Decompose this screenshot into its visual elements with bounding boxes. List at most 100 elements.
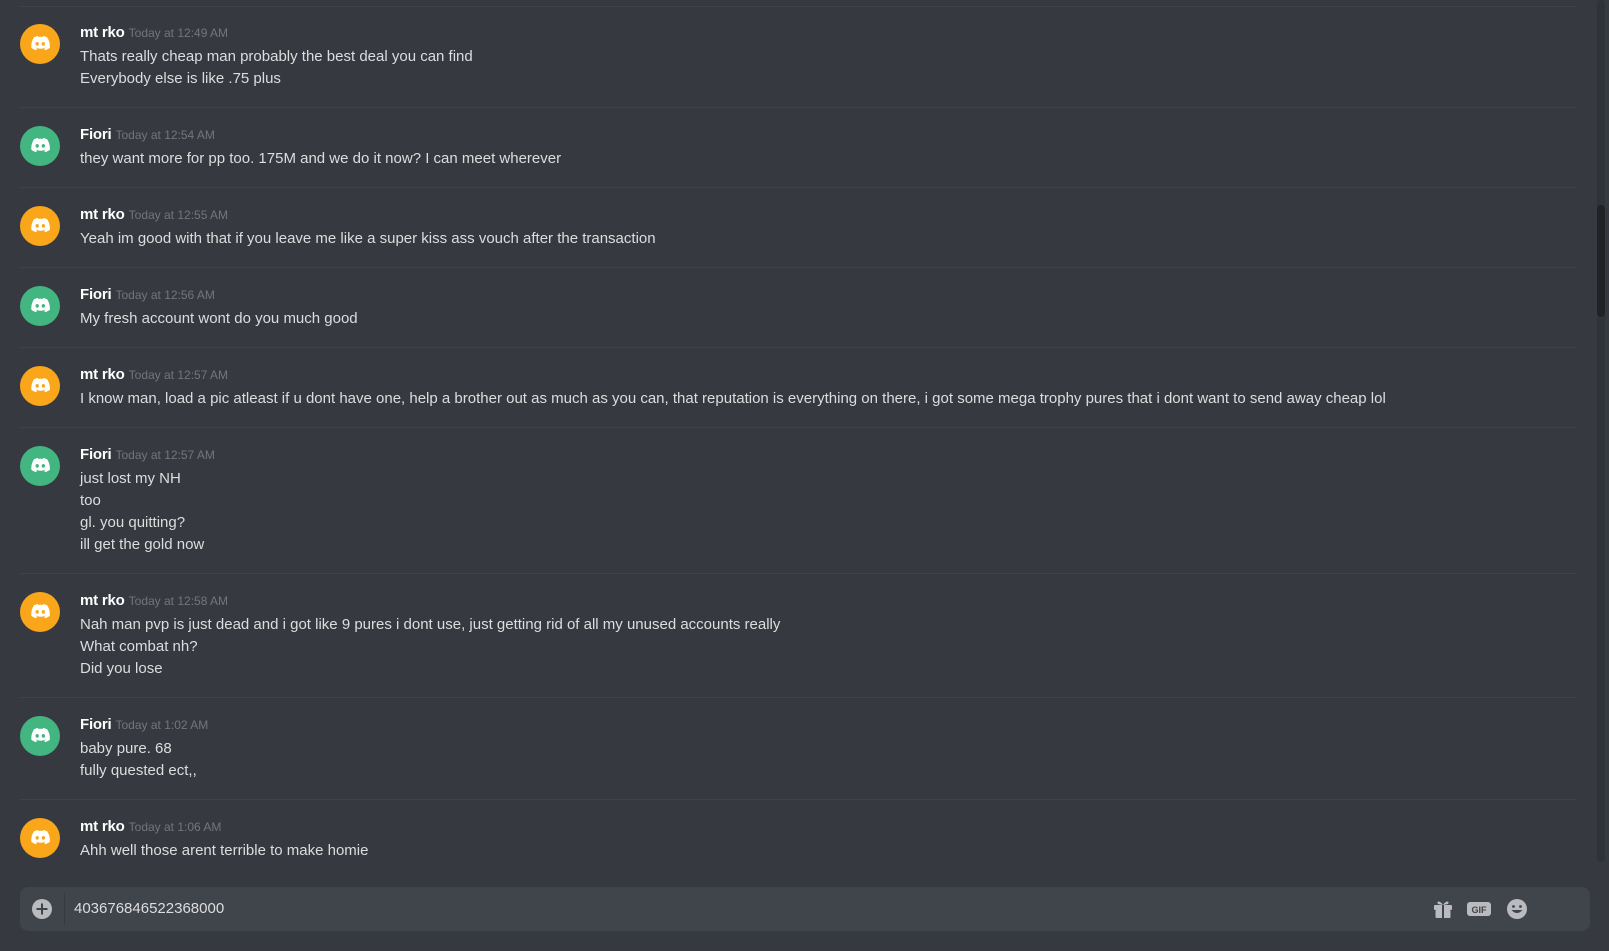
avatar[interactable] [20,366,60,406]
divider [20,267,1576,268]
message-list[interactable]: mt rko Today at 12:49 AM Thats really chea… [0,0,1594,862]
plus-circle-icon [32,899,52,919]
divider [20,697,1576,698]
message-content: Yeah im good with that if you leave me l… [80,228,656,250]
username[interactable]: mt rko [80,366,125,383]
gift-icon [1434,901,1452,918]
message-line: Everybody else is like .75 plus [80,70,281,87]
divider [20,573,1576,574]
username[interactable]: Fiori [80,286,112,303]
attach-button[interactable] [30,897,54,921]
avatar[interactable] [20,24,60,64]
message-header: mt rko Today at 12:58 AM [80,592,228,610]
message-group: mt rko Today at 12:49 AM Thats really chea… [0,24,1594,108]
message-line: baby pure. 68 [80,740,172,757]
timestamp: Today at 12:58 AM [128,594,229,608]
message-line: My fresh account wont do you much good [80,310,358,327]
divider [20,107,1576,108]
divider [20,427,1576,428]
divider [20,6,1576,7]
username[interactable]: Fiori [80,126,112,143]
emoji-icon [1507,899,1527,919]
message-line: just lost my NH [80,470,181,487]
username[interactable]: mt rko [80,24,125,41]
username[interactable]: Fiori [80,446,112,463]
timestamp: Today at 1:02 AM [115,718,209,732]
message-header: mt rko Today at 1:06 AM [80,818,221,836]
timestamp: Today at 12:55 AM [128,208,229,222]
message-line: too [80,492,101,509]
username[interactable]: mt rko [80,206,125,223]
divider [20,187,1576,188]
message-line: Thats really cheap man probably the best… [80,48,473,65]
gif-label: GIF [1472,905,1488,915]
composer-divider [64,893,65,925]
message-composer: GIF [20,887,1590,931]
message-group: Fiori Today at 12:57 AM just lost my NH too… [0,446,1594,574]
message-group: mt rko Today at 12:55 AM Yeah im good with… [0,206,1594,268]
discord-logo-icon [31,727,50,743]
message-content: Ahh well those arent terrible to make ho… [80,840,368,862]
message-line: I know man, load a pic atleast if u dont… [80,390,1386,407]
message-content: baby pure. 68 fully quested ect,, [80,738,197,782]
timestamp: Today at 1:06 AM [128,820,222,834]
message-content: Nah man pvp is just dead and i got like … [80,614,780,680]
gif-icon: GIF [1467,902,1491,916]
message-input[interactable] [74,887,1454,931]
discord-logo-icon [31,603,50,619]
message-content: just lost my NH too gl. you quitting? ill g… [80,468,204,556]
discord-logo-icon [31,217,50,233]
scrollbar-thumb[interactable] [1597,205,1605,317]
message-line: fully quested ect,, [80,762,197,779]
message-content: Thats really cheap man probably the best… [80,46,473,90]
message-group: Fiori Today at 1:02 AM baby pure. 68 fully … [0,716,1594,800]
message-content: I know man, load a pic atleast if u dont… [80,388,1386,410]
message-content: they want more for pp too. 175M and we d… [80,148,561,170]
avatar[interactable] [20,126,60,166]
discord-chat-window: mt rko Today at 12:49 AM Thats really chea… [0,0,1609,951]
message-line: Did you lose [80,660,163,677]
timestamp: Today at 12:57 AM [128,368,229,382]
avatar[interactable] [20,286,60,326]
timestamp: Today at 12:49 AM [128,26,229,40]
emoji-button[interactable] [1504,897,1530,921]
message-group: Fiori Today at 12:54 AM they want more for… [0,126,1594,188]
message-header: mt rko Today at 12:55 AM [80,206,228,224]
message-line: ill get the gold now [80,536,205,553]
message-line: Ahh well those arent terrible to make ho… [80,842,369,859]
message-group: mt rko Today at 12:58 AM Nah man pvp is ju… [0,592,1594,698]
timestamp: Today at 12:56 AM [115,288,215,302]
message-header: mt rko Today at 12:57 AM [80,366,228,384]
discord-logo-icon [31,297,50,313]
message-line: What combat nh? [80,638,198,655]
message-line: they want more for pp too. 175M and we d… [80,150,562,167]
message-group: mt rko Today at 12:57 AM I know man, load … [0,366,1594,428]
avatar[interactable] [20,716,60,756]
message-header: Fiori Today at 12:54 AM [80,126,215,144]
discord-logo-icon [31,829,50,845]
discord-logo-icon [31,35,50,51]
timestamp: Today at 12:57 AM [115,448,215,462]
message-line: gl. you quitting? [80,514,186,531]
username[interactable]: mt rko [80,592,125,609]
message-header: Fiori Today at 12:56 AM [80,286,215,304]
username[interactable]: Fiori [80,716,112,733]
avatar[interactable] [20,818,60,858]
avatar[interactable] [20,592,60,632]
divider [20,347,1576,348]
discord-logo-icon [31,377,50,393]
avatar[interactable] [20,206,60,246]
message-header: mt rko Today at 12:49 AM [80,24,228,42]
message-header: Fiori Today at 12:57 AM [80,446,215,464]
gift-button[interactable] [1430,897,1456,921]
message-group: Fiori Today at 12:56 AM My fresh account w… [0,286,1594,348]
scrollbar-track[interactable] [1597,0,1605,862]
discord-logo-icon [31,137,50,153]
discord-logo-icon [31,457,50,473]
avatar[interactable] [20,446,60,486]
message-line: Yeah im good with that if you leave me l… [80,230,656,247]
gif-button[interactable]: GIF [1466,897,1492,921]
username[interactable]: mt rko [80,818,125,835]
message-header: Fiori Today at 1:02 AM [80,716,208,734]
timestamp: Today at 12:54 AM [115,128,215,142]
